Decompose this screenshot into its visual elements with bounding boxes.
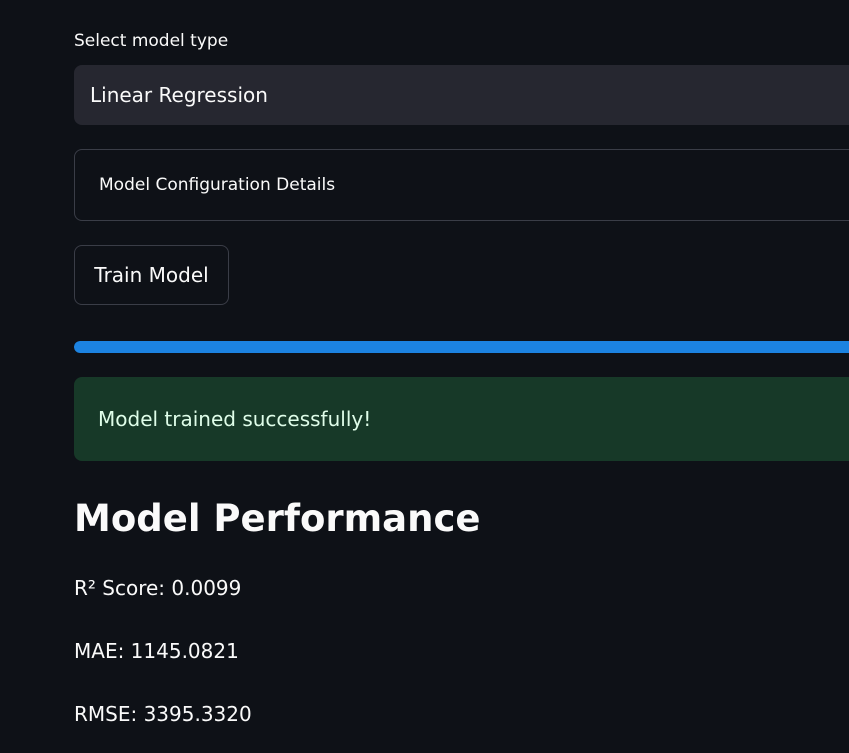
- app-main: Select model type Linear Regression Mode…: [0, 0, 849, 753]
- training-progress-fill: [74, 341, 849, 353]
- training-progress-bar: [74, 341, 849, 353]
- model-type-select[interactable]: Linear Regression: [74, 65, 849, 125]
- model-performance-heading: Model Performance: [74, 497, 481, 540]
- model-config-expander[interactable]: Model Configuration Details: [74, 149, 849, 221]
- success-alert: Model trained successfully!: [74, 377, 849, 461]
- train-model-button[interactable]: Train Model: [74, 245, 229, 305]
- rmse-metric: RMSE: 3395.3320: [74, 702, 252, 726]
- r2-score-metric: R² Score: 0.0099: [74, 576, 242, 600]
- success-message: Model trained successfully!: [98, 407, 372, 431]
- model-type-label: Select model type: [74, 31, 229, 51]
- model-config-expander-label: Model Configuration Details: [99, 175, 336, 195]
- model-type-selected-value: Linear Regression: [90, 83, 268, 107]
- mae-metric: MAE: 1145.0821: [74, 639, 239, 663]
